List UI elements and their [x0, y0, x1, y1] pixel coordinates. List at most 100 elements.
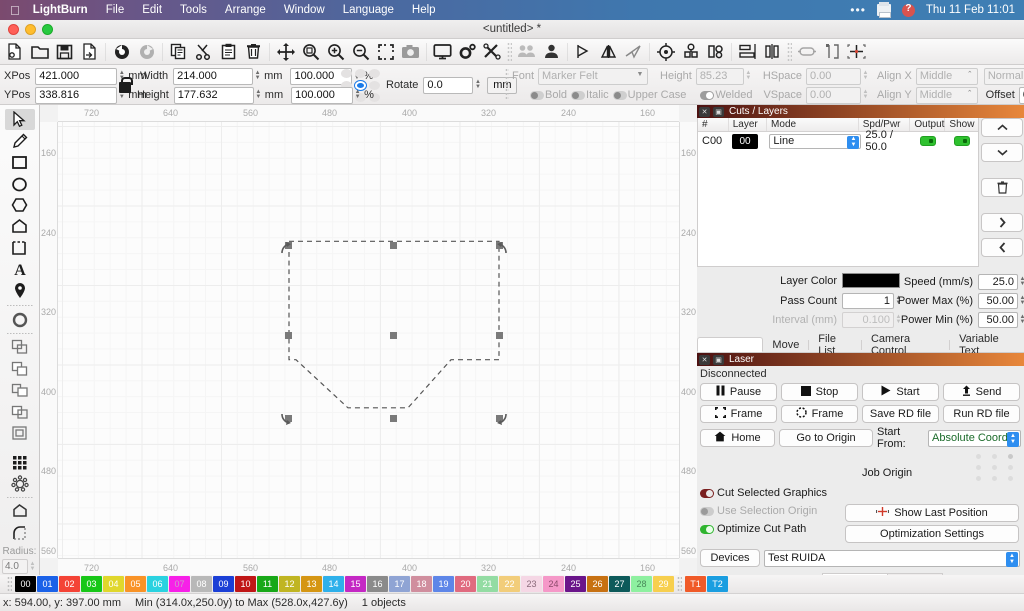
undo-icon[interactable]	[109, 40, 134, 64]
cut-selected-graphics-checkbox[interactable]: Cut Selected Graphics	[700, 486, 827, 500]
pause-button[interactable]: Pause	[700, 383, 777, 401]
speed-input[interactable]: 25.0	[978, 274, 1018, 290]
mirror-horizontal-icon[interactable]	[571, 40, 596, 64]
start-from-select[interactable]: Absolute Coords ▲▼	[928, 430, 1021, 447]
height-percent-input[interactable]: 100.000	[291, 87, 353, 104]
width-input[interactable]: 214.000	[173, 68, 253, 85]
palette-swatch-21[interactable]: 21	[477, 576, 498, 592]
xpos-input[interactable]: 421.000	[35, 68, 117, 85]
palette-swatch-23[interactable]: 23	[521, 576, 542, 592]
minimize-window-button[interactable]	[25, 24, 36, 35]
node-edit-icon[interactable]	[819, 40, 844, 64]
palette-swatch-05[interactable]: 05	[125, 576, 146, 592]
palette-swatch-t2[interactable]: T2	[707, 576, 728, 592]
speed-stepper[interactable]: ▲▼	[1018, 273, 1024, 290]
aligny-select[interactable]: Middle ⌃	[916, 87, 978, 104]
menu-clock[interactable]: Thu 11 Feb 11:01	[926, 4, 1015, 16]
ellipse-tool[interactable]	[5, 173, 35, 194]
move-up-icon[interactable]	[981, 118, 1023, 137]
width-stepper[interactable]: ▲▼	[253, 68, 262, 85]
text-tool[interactable]: A	[5, 259, 35, 280]
palette-swatch-28[interactable]: 28	[631, 576, 652, 592]
anchor-tl[interactable]	[341, 69, 352, 78]
palette-swatch-25[interactable]: 25	[565, 576, 586, 592]
optimize-cut-path-checkbox[interactable]: Optimize Cut Path	[700, 522, 827, 536]
close-icon[interactable]: ✕	[699, 355, 710, 365]
paste-icon[interactable]	[216, 40, 241, 64]
weld-icon[interactable]	[678, 40, 703, 64]
crop-tool[interactable]	[5, 238, 35, 259]
palette-swatch-26[interactable]: 26	[587, 576, 608, 592]
select-tool[interactable]	[5, 109, 35, 130]
palette-swatch-04[interactable]: 04	[103, 576, 124, 592]
origin-bc[interactable]	[992, 476, 997, 481]
radius-control[interactable]: 4.0 ▲▼	[2, 558, 37, 575]
row-mode-select[interactable]: Line▲▼	[769, 134, 861, 149]
origin-br[interactable]	[1008, 476, 1013, 481]
menu-edit[interactable]: Edit	[133, 0, 171, 20]
lock-aspect-icon[interactable]	[118, 76, 132, 94]
rotate-stepper[interactable]: ▲▼	[473, 77, 482, 94]
group-icon[interactable]	[514, 40, 539, 64]
device-tools-icon[interactable]	[480, 40, 505, 64]
origin-tl[interactable]	[976, 454, 981, 459]
rectangle-tool[interactable]	[5, 152, 35, 173]
frame-circle-button[interactable]: Frame	[781, 405, 858, 423]
ruler-top[interactable]: 720 640 560 480 400 320 240 160	[58, 105, 679, 122]
italic-toggle[interactable]	[571, 91, 585, 100]
palette-swatch-29[interactable]: 29	[653, 576, 674, 592]
rotate-icon[interactable]	[621, 40, 646, 64]
row-output-toggle[interactable]	[920, 136, 936, 146]
palette-swatch-14[interactable]: 14	[323, 576, 344, 592]
anchor-tr[interactable]	[369, 69, 380, 78]
fillet-tool[interactable]	[5, 523, 35, 544]
radius-stepper[interactable]: ▲▼	[28, 558, 37, 575]
align-icon[interactable]	[735, 40, 760, 64]
boolean-xor-tool[interactable]	[5, 423, 35, 444]
use-selection-origin-checkbox[interactable]: Use Selection Origin	[700, 504, 827, 518]
edit-nodes-tool[interactable]	[5, 309, 35, 330]
devices-button[interactable]: Devices	[700, 549, 760, 567]
palette-swatch-18[interactable]: 18	[411, 576, 432, 592]
palette-swatch-16[interactable]: 16	[367, 576, 388, 592]
hspace-stepper[interactable]: ▲▼	[861, 68, 870, 85]
palette-swatch-01[interactable]: 01	[37, 576, 58, 592]
send-button[interactable]: Send	[943, 383, 1020, 401]
palette-swatch-06[interactable]: 06	[147, 576, 168, 592]
interval-input[interactable]: 0.100	[842, 312, 894, 328]
float-icon[interactable]: ▣	[713, 355, 724, 365]
settings-gear-icon[interactable]	[455, 40, 480, 64]
font-height-input[interactable]: 85.23	[696, 68, 744, 85]
draw-line-tool[interactable]	[5, 130, 35, 151]
palette-swatch-12[interactable]: 12	[279, 576, 300, 592]
move-down-icon[interactable]	[981, 143, 1023, 162]
uppercase-toggle[interactable]	[613, 91, 627, 100]
delete-icon[interactable]	[981, 178, 1023, 197]
move-icon[interactable]	[273, 40, 298, 64]
height-input[interactable]: 177.632	[174, 87, 254, 104]
height-stepper[interactable]: ▲▼	[254, 87, 263, 104]
control-center-icon[interactable]: •••	[850, 3, 866, 17]
apple-icon[interactable]: 	[0, 4, 31, 17]
save-icon[interactable]	[52, 40, 77, 64]
show-last-position-button[interactable]: Show Last Position	[845, 504, 1019, 522]
text-style-select[interactable]: Normal ⌃	[984, 68, 1024, 85]
row-layer-swatch[interactable]: 00	[732, 134, 758, 149]
origin-ml[interactable]	[976, 465, 981, 470]
palette-swatch-00[interactable]: 00	[15, 576, 36, 592]
boolean-icon[interactable]	[703, 40, 728, 64]
origin-bl[interactable]	[976, 476, 981, 481]
origin-mc[interactable]	[992, 465, 997, 470]
mirror-vertical-icon[interactable]	[596, 40, 621, 64]
palette-swatch-03[interactable]: 03	[81, 576, 102, 592]
ruler-bottom[interactable]: 720 640 560 480 400 320 240 160	[58, 558, 679, 575]
copy-icon[interactable]	[166, 40, 191, 64]
table-row[interactable]: C00 00 Line▲▼ 25.0 / 50.0	[698, 132, 978, 150]
target-icon[interactable]	[653, 40, 678, 64]
power-max-input[interactable]: 50.00	[978, 293, 1018, 309]
alignx-select[interactable]: Middle ⌃	[916, 68, 978, 85]
new-file-icon[interactable]	[2, 40, 27, 64]
palette-swatch-15[interactable]: 15	[345, 576, 366, 592]
circular-array-tool[interactable]	[5, 473, 35, 494]
tab-cuts-layers[interactable]	[697, 337, 763, 352]
